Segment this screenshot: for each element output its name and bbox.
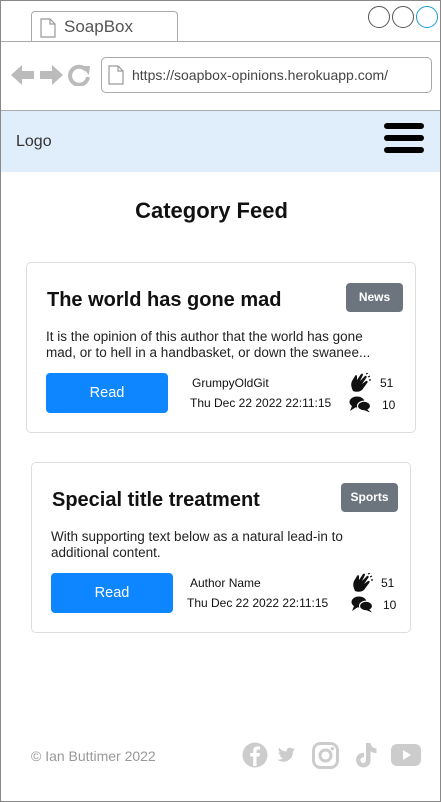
page-title: Category Feed xyxy=(135,198,288,223)
instagram-icon[interactable] xyxy=(312,742,339,774)
post-excerpt: It is the opinion of this author that th… xyxy=(46,329,371,360)
post-date: Thu Dec 22 2022 22:11:15 xyxy=(190,396,332,410)
window-close-button[interactable] xyxy=(416,6,438,28)
back-arrow-icon[interactable] xyxy=(11,64,35,91)
page-icon xyxy=(40,18,56,43)
youtube-icon[interactable] xyxy=(391,744,421,771)
url-text: https://soapbox-opinions.herokuapp.com/ xyxy=(132,67,389,83)
post-title[interactable]: Special title treatment xyxy=(52,489,260,512)
copyright: © Ian Buttimer 2022 xyxy=(31,748,156,764)
tiktok-icon[interactable] xyxy=(354,742,378,774)
hamburger-menu-icon[interactable] xyxy=(384,123,424,163)
browser-window: SoapBox https://soapbox-opinions.herokua… xyxy=(0,0,441,802)
tab-bar: SoapBox xyxy=(1,1,440,42)
comments-icon[interactable] xyxy=(351,595,374,618)
post-title[interactable]: The world has gone mad xyxy=(47,289,281,312)
read-button[interactable]: Read xyxy=(46,373,168,413)
comment-count: 10 xyxy=(383,598,397,612)
comments-icon[interactable] xyxy=(349,395,372,418)
window-maximize-button[interactable] xyxy=(392,6,414,28)
address-bar[interactable]: https://soapbox-opinions.herokuapp.com/ xyxy=(101,57,432,93)
post-card: The world has gone mad News It is the op… xyxy=(26,262,416,433)
page-icon xyxy=(108,65,124,90)
comment-count: 10 xyxy=(382,398,396,412)
read-button[interactable]: Read xyxy=(51,573,173,613)
post-date: Thu Dec 22 2022 22:11:15 xyxy=(187,596,329,610)
twitter-icon[interactable] xyxy=(275,747,295,769)
category-badge[interactable]: News xyxy=(346,283,403,312)
post-author: GrumpyOldGit xyxy=(192,376,269,390)
forward-arrow-icon[interactable] xyxy=(39,64,63,91)
browser-tab[interactable]: SoapBox xyxy=(31,11,178,42)
reload-icon[interactable] xyxy=(67,64,91,91)
tab-title: SoapBox xyxy=(64,17,133,36)
app-navbar: Logo xyxy=(1,111,440,172)
post-card: Special title treatment Sports With supp… xyxy=(31,462,411,633)
nav-buttons xyxy=(11,64,91,91)
logo[interactable]: Logo xyxy=(16,133,52,151)
post-author: Author Name xyxy=(190,576,261,590)
address-row: https://soapbox-opinions.herokuapp.com/ xyxy=(1,42,440,110)
clap-count: 51 xyxy=(380,376,394,390)
window-controls xyxy=(368,6,438,28)
post-excerpt: With supporting text below as a natural … xyxy=(51,529,343,560)
category-badge[interactable]: Sports xyxy=(341,483,398,512)
clap-count: 51 xyxy=(381,576,395,590)
window-minimize-button[interactable] xyxy=(368,6,390,28)
facebook-icon[interactable] xyxy=(242,742,268,773)
